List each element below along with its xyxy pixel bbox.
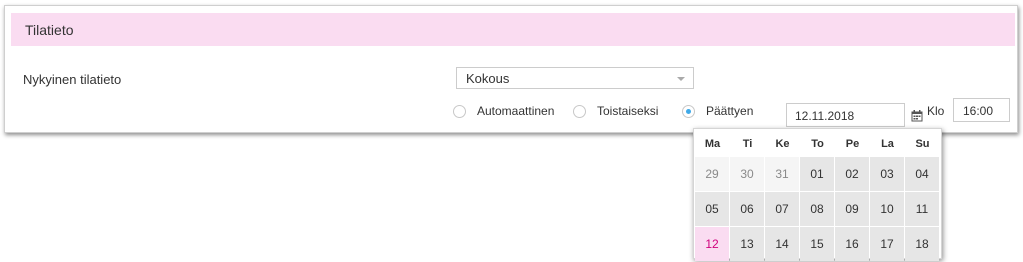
- calendar-day[interactable]: 17: [870, 227, 904, 261]
- calendar-day[interactable]: 09: [835, 192, 869, 226]
- calendar-icon[interactable]: [911, 110, 923, 122]
- calendar-day[interactable]: 14: [765, 227, 799, 261]
- radio-automaattinen-label: Automaattinen: [477, 104, 555, 118]
- radio-toistaiseksi-circle: [573, 105, 586, 118]
- radio-paattyen-label: Päättyen: [706, 104, 754, 118]
- calendar-day[interactable]: 29: [695, 157, 729, 191]
- time-label: Klo: [927, 104, 945, 118]
- calendar-day[interactable]: 18: [905, 227, 939, 261]
- calendar-grid: 29 30 31 01 02 03 04 05 06 07 08 09 10 1…: [695, 157, 939, 261]
- calendar-day[interactable]: 04: [905, 157, 939, 191]
- radio-paattyen-circle: [682, 105, 695, 118]
- chevron-down-icon: [677, 77, 685, 81]
- calendar-day[interactable]: 16: [835, 227, 869, 261]
- weekday-la: La: [881, 138, 894, 150]
- status-label: Nykyinen tilatieto: [23, 72, 122, 87]
- calendar-day[interactable]: 03: [870, 157, 904, 191]
- section-title: Tilatieto: [25, 22, 74, 38]
- weekday-ma: Ma: [704, 138, 721, 150]
- time-input[interactable]: 16:00: [953, 98, 1010, 122]
- datepicker-popup: Ma Ti Ke To Pe La Su 29 30 31 01 02 03 0…: [693, 128, 942, 261]
- weekday-ke: Ke: [775, 138, 790, 150]
- weekday-pe: Pe: [845, 138, 860, 150]
- calendar-day[interactable]: 01: [800, 157, 834, 191]
- calendar-day[interactable]: 12: [695, 227, 729, 261]
- calendar-day[interactable]: 06: [730, 192, 764, 226]
- weekday-ti: Ti: [742, 138, 753, 150]
- weekday-header: Ma Ti Ke To Pe La Su: [694, 129, 940, 157]
- calendar-day[interactable]: 30: [730, 157, 764, 191]
- calendar-day[interactable]: 08: [800, 192, 834, 226]
- calendar-day[interactable]: 10: [870, 192, 904, 226]
- weekday-to: To: [811, 138, 824, 150]
- calendar-day[interactable]: 02: [835, 157, 869, 191]
- calendar-day[interactable]: 15: [800, 227, 834, 261]
- calendar-day[interactable]: 31: [765, 157, 799, 191]
- end-date-input[interactable]: 12.11.2018: [786, 103, 905, 127]
- status-select-value: Kokous: [466, 71, 510, 86]
- radio-automaattinen-circle: [453, 105, 466, 118]
- radio-toistaiseksi-label: Toistaiseksi: [597, 104, 659, 118]
- calendar-day[interactable]: 11: [905, 192, 939, 226]
- weekday-su: Su: [915, 138, 930, 150]
- status-select[interactable]: Kokous: [456, 67, 694, 89]
- section-header: Tilatieto: [11, 13, 1015, 46]
- calendar-day[interactable]: 13: [730, 227, 764, 261]
- calendar-day[interactable]: 07: [765, 192, 799, 226]
- calendar-day[interactable]: 05: [695, 192, 729, 226]
